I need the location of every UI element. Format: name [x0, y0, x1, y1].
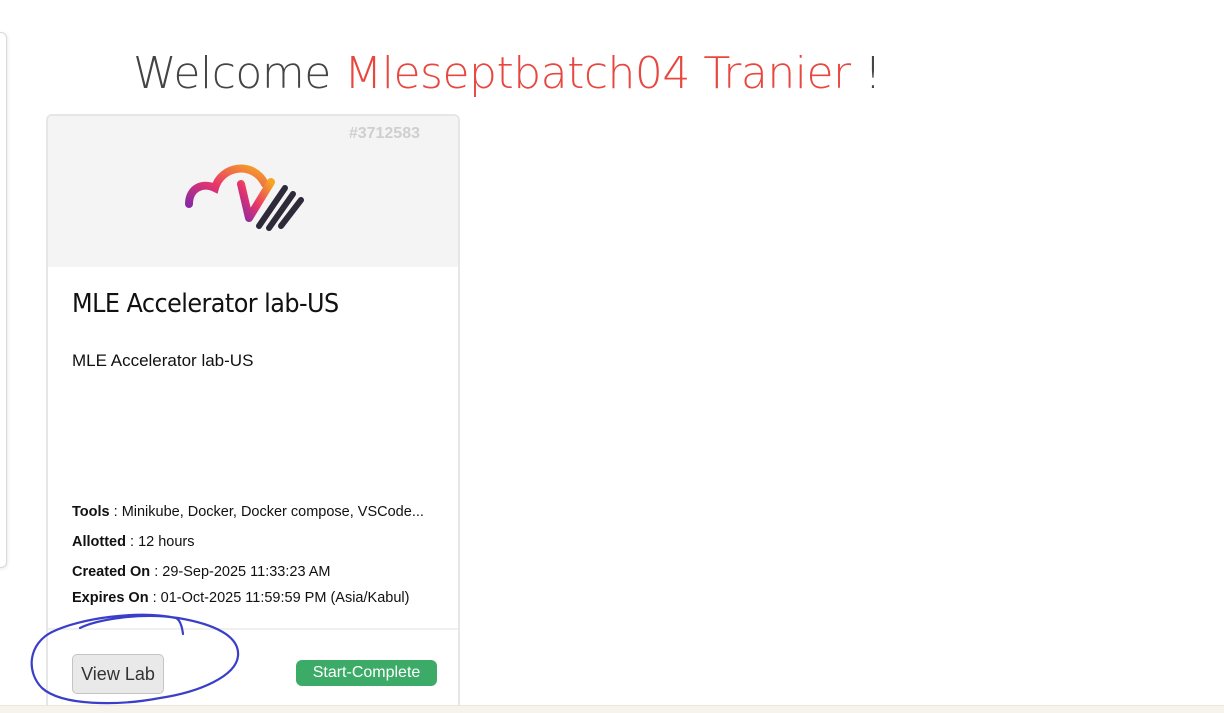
expires-value: 01-Oct-2025 11:59:59 PM (Asia/Kabul) — [160, 590, 410, 606]
tools-row: Tools : Minikube, Docker, Docker compose… — [72, 504, 424, 520]
side-panel-edge — [0, 32, 7, 568]
lab-title: MLE Accelerator lab-US — [72, 289, 339, 319]
expires-label: Expires On — [72, 590, 149, 606]
allotted-value: 12 hours — [138, 534, 195, 550]
cloud-check-logo-icon — [185, 164, 304, 231]
card-footer-divider — [48, 628, 458, 630]
welcome-suffix: ! — [864, 48, 882, 99]
created-value: 29-Sep-2025 11:33:23 AM — [162, 564, 331, 580]
created-separator: : — [154, 564, 159, 580]
lab-id: #3712583 — [348, 125, 420, 142]
expires-row: Expires On : 01-Oct-2025 11:59:59 PM (As… — [72, 590, 409, 606]
status-badge: Start-Complete — [296, 660, 437, 686]
expires-separator: : — [152, 590, 157, 606]
tools-separator: : — [113, 504, 118, 520]
page: Welcome Mleseptbatch04 Tranier ! #371258… — [0, 0, 1224, 713]
view-lab-button[interactable]: View Lab — [72, 654, 164, 694]
welcome-greeting: Welcome — [133, 48, 331, 99]
tools-value: Minikube, Docker, Docker compose, VSCode… — [121, 504, 424, 520]
allotted-row: Allotted : 12 hours — [72, 534, 195, 550]
created-row: Created On : 29-Sep-2025 11:33:23 AM — [72, 564, 330, 580]
welcome-user-name: Mleseptbatch04 Tranier — [344, 48, 851, 99]
allotted-label: Allotted — [72, 534, 126, 550]
lab-card: #3712583 MLE Accelerator lab-US MLE Acce… — [46, 114, 460, 713]
bottom-strip — [0, 705, 1224, 713]
tools-label: Tools — [72, 504, 110, 520]
lab-description: MLE Accelerator lab-US — [72, 351, 254, 370]
created-label: Created On — [72, 564, 151, 580]
allotted-separator: : — [130, 534, 135, 550]
lab-card-header: #3712583 — [48, 116, 458, 267]
welcome-heading: Welcome Mleseptbatch04 Tranier ! — [133, 44, 882, 104]
